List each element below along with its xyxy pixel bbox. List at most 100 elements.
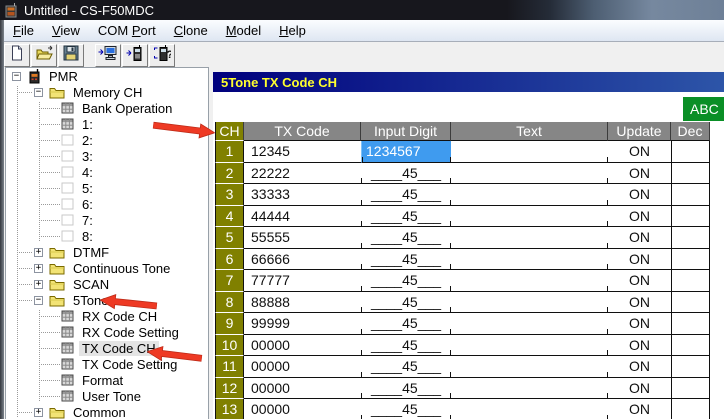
update-cell[interactable]: ON — [608, 335, 671, 357]
update-cell[interactable]: ON — [608, 227, 671, 249]
update-cell[interactable]: ON — [608, 206, 671, 228]
update-cell[interactable]: ON — [608, 292, 671, 314]
clone-info-button[interactable]: ? — [149, 44, 175, 67]
dec-cell[interactable] — [671, 184, 710, 206]
tx-code-cell[interactable]: 77777 — [244, 270, 361, 292]
update-cell[interactable]: ON — [608, 184, 671, 206]
menu-help[interactable]: Help — [270, 21, 315, 41]
text-cell[interactable] — [451, 399, 608, 419]
dec-cell[interactable] — [671, 356, 710, 378]
ch-cell[interactable]: 9 — [215, 313, 244, 335]
clone-write-button[interactable] — [122, 44, 148, 67]
abc-button[interactable]: ABC — [683, 97, 724, 121]
update-cell[interactable]: ON — [608, 399, 671, 419]
tree-item-label[interactable]: 8: — [79, 229, 96, 244]
tree-item-rx-code-setting[interactable]: RX Code Setting — [6, 324, 208, 340]
tx-code-cell[interactable]: 00000 — [244, 378, 361, 400]
input-digit-cell[interactable]: ____45___ — [361, 249, 451, 271]
ch-cell[interactable]: 6 — [215, 249, 244, 271]
text-cell[interactable] — [451, 335, 608, 357]
ch-cell[interactable]: 3 — [215, 184, 244, 206]
tree-expander-expand-icon[interactable]: + — [34, 264, 43, 273]
tree-item-pmr[interactable]: − PMR — [6, 68, 208, 84]
update-cell[interactable]: ON — [608, 378, 671, 400]
update-cell[interactable]: ON — [608, 356, 671, 378]
text-cell[interactable] — [451, 249, 608, 271]
dec-cell[interactable] — [671, 227, 710, 249]
ch-cell[interactable]: 11 — [215, 356, 244, 378]
dec-cell[interactable] — [671, 335, 710, 357]
tree-expander-expand-icon[interactable]: + — [34, 280, 43, 289]
text-cell[interactable] — [451, 184, 608, 206]
tx-code-cell[interactable]: 00000 — [244, 399, 361, 419]
dec-cell[interactable] — [671, 270, 710, 292]
tree-item-label[interactable]: 4: — [79, 165, 96, 180]
update-cell[interactable]: ON — [608, 270, 671, 292]
tree-item-label[interactable]: Common — [70, 405, 129, 419]
menu-file[interactable]: File — [4, 21, 43, 41]
dec-cell[interactable] — [671, 313, 710, 335]
input-digit-cell[interactable]: 1234567 — [361, 141, 451, 163]
tx-code-cell[interactable]: 66666 — [244, 249, 361, 271]
text-cell[interactable] — [451, 227, 608, 249]
tx-code-cell[interactable]: 12345 — [244, 141, 361, 163]
tree-item-label[interactable]: 2: — [79, 133, 96, 148]
tree-item-label[interactable]: PMR — [46, 69, 81, 84]
tree-item-rx-code-ch[interactable]: RX Code CH — [6, 308, 208, 324]
update-cell[interactable]: ON — [608, 313, 671, 335]
menu-clone[interactable]: Clone — [165, 21, 217, 41]
input-digit-cell[interactable]: ____45___ — [361, 270, 451, 292]
input-digit-cell[interactable]: ____45___ — [361, 356, 451, 378]
tree-item-user-tone[interactable]: User Tone — [6, 388, 208, 404]
new-file-button[interactable] — [4, 44, 30, 67]
ch-cell[interactable]: 12 — [215, 378, 244, 400]
input-digit-cell[interactable]: ____45___ — [361, 206, 451, 228]
text-cell[interactable] — [451, 206, 608, 228]
tree-item-label[interactable]: 7: — [79, 213, 96, 228]
ch-cell[interactable]: 8 — [215, 292, 244, 314]
tree-item-label[interactable]: DTMF — [70, 245, 112, 260]
tree-expander-collapse-icon[interactable]: − — [12, 72, 21, 81]
menu-com-port[interactable]: COM Port — [89, 21, 165, 41]
dec-cell[interactable] — [671, 378, 710, 400]
tree-item-memory-ch[interactable]: −Memory CH — [6, 84, 208, 100]
tx-code-cell[interactable]: 44444 — [244, 206, 361, 228]
tree-item-label[interactable]: 6: — [79, 197, 96, 212]
update-cell[interactable]: ON — [608, 163, 671, 185]
text-cell[interactable] — [451, 141, 608, 163]
update-cell[interactable]: ON — [608, 141, 671, 163]
menu-model[interactable]: Model — [217, 21, 270, 41]
tree-item-3[interactable]: 3: — [6, 148, 208, 164]
tree-item-label[interactable]: Continuous Tone — [70, 261, 173, 276]
ch-cell[interactable]: 10 — [215, 335, 244, 357]
tree-item-5[interactable]: 5: — [6, 180, 208, 196]
update-cell[interactable]: ON — [608, 249, 671, 271]
tx-code-cell[interactable]: 55555 — [244, 227, 361, 249]
ch-cell[interactable]: 2 — [215, 163, 244, 185]
input-digit-cell[interactable]: ____45___ — [361, 399, 451, 419]
tree-item-label[interactable]: 5: — [79, 181, 96, 196]
tx-code-cell[interactable]: 22222 — [244, 163, 361, 185]
tree-item-scan[interactable]: +SCAN — [6, 276, 208, 292]
tree-item-label[interactable]: Bank Operation — [79, 101, 175, 116]
tree-item-8[interactable]: 8: — [6, 228, 208, 244]
text-cell[interactable] — [451, 378, 608, 400]
open-file-button[interactable] — [31, 44, 57, 67]
dec-cell[interactable] — [671, 206, 710, 228]
tree-item-dtmf[interactable]: +DTMF — [6, 244, 208, 260]
tree-item-format[interactable]: Format — [6, 372, 208, 388]
tree-item-label[interactable]: 3: — [79, 149, 96, 164]
ch-cell[interactable]: 13 — [215, 399, 244, 419]
tree-item-label[interactable]: RX Code Setting — [79, 325, 182, 340]
tx-code-cell[interactable]: 00000 — [244, 335, 361, 357]
tx-code-cell[interactable]: 99999 — [244, 313, 361, 335]
text-cell[interactable] — [451, 163, 608, 185]
clone-read-button[interactable] — [95, 44, 121, 67]
text-cell[interactable] — [451, 356, 608, 378]
tree-item-bank-operation[interactable]: Bank Operation — [6, 100, 208, 116]
tree-item-7[interactable]: 7: — [6, 212, 208, 228]
input-digit-cell[interactable]: ____45___ — [361, 163, 451, 185]
text-cell[interactable] — [451, 313, 608, 335]
tree-expander-expand-icon[interactable]: + — [34, 408, 43, 417]
ch-cell[interactable]: 7 — [215, 270, 244, 292]
